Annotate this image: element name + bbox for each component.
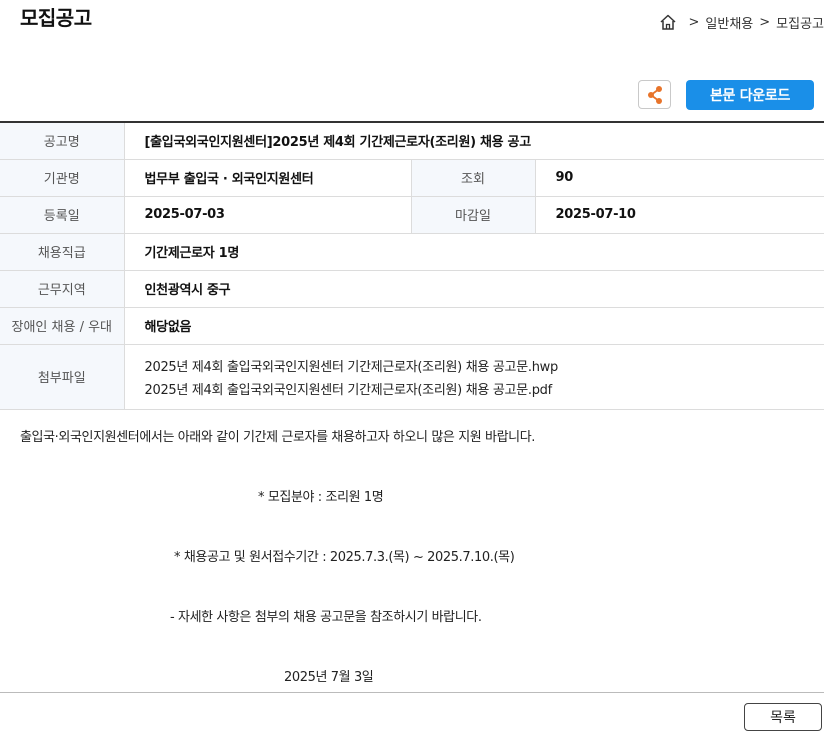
notice-body: 출입국·외국인지원센터에서는 아래와 같이 기간제 근로자를 채용하고자 하오니… [0,416,824,693]
position-value: 기간제근로자 1명 [124,233,824,271]
views-value: 90 [535,159,824,197]
body-intro: 출입국·외국인지원센터에서는 아래와 같이 기간제 근로자를 채용하고자 하오니… [20,430,536,445]
table-row: 등록일 2025-07-03 마감일 2025-07-10 [0,196,824,234]
list-button[interactable]: 목록 [744,703,822,731]
download-body-button[interactable]: 본문 다운로드 [686,80,814,110]
body-period: * 채용공고 및 원서접수기간 : 2025.7.3.(목) ~ 2025.7.… [174,550,515,565]
breadcrumb-separator: > [688,14,700,30]
table-row: 공고명 [출입국외국인지원센터]2025년 제4회 기간제근로자(조리원) 채용… [0,122,824,160]
org-label: 기관명 [0,159,125,197]
table-row: 근무지역 인천광역시 중구 [0,270,824,308]
title-value: [출입국외국인지원센터]2025년 제4회 기간제근로자(조리원) 채용 공고 [124,122,824,160]
reg-date-value: 2025-07-03 [124,196,411,234]
body-date: 2025년 7월 3일 [284,670,374,685]
reg-date-label: 등록일 [0,196,125,234]
table-row: 첨부파일 2025년 제4회 출입국외국인지원센터 기간제근로자(조리원) 채용… [0,344,824,410]
views-label: 조회 [410,159,536,197]
region-value: 인천광역시 중구 [124,270,824,308]
attachment-hwp-link[interactable]: 2025년 제4회 출입국외국인지원센터 기간제근로자(조리원) 채용 공고문.… [145,356,824,379]
table-row: 채용직급 기간제근로자 1명 [0,233,824,271]
region-label: 근무지역 [0,270,125,308]
breadcrumb-item-notice[interactable]: 모집공고 [776,13,824,32]
share-icon [647,85,662,104]
breadcrumb: > 일반채용 > 모집공고 [659,12,824,32]
position-label: 채용직급 [0,233,125,271]
notice-info-table: 공고명 [출입국외국인지원센터]2025년 제4회 기간제근로자(조리원) 채용… [0,121,824,410]
org-value: 법무부 출입국 · 외국인지원센터 [124,159,411,197]
body-field: * 모집분야 : 조리원 1명 [258,490,384,505]
home-icon[interactable] [659,13,677,31]
breadcrumb-item-recruit[interactable]: 일반채용 [705,13,753,32]
share-button[interactable] [638,80,671,109]
attachment-list: 2025년 제4회 출입국외국인지원센터 기간제근로자(조리원) 채용 공고문.… [124,344,824,410]
deadline-label: 마감일 [410,196,536,234]
body-note: - 자세한 사항은 첨부의 채용 공고문을 참조하시기 바랍니다. [170,610,482,625]
page-title: 모집공고 [20,6,92,30]
breadcrumb-separator: > [759,14,771,30]
disability-label: 장애인 채용 / 우대 [0,307,125,345]
table-row: 장애인 채용 / 우대 해당없음 [0,307,824,345]
disability-value: 해당없음 [124,307,824,345]
deadline-value: 2025-07-10 [535,196,824,234]
files-label: 첨부파일 [0,344,125,410]
attachment-pdf-link[interactable]: 2025년 제4회 출입국외국인지원센터 기간제근로자(조리원) 채용 공고문.… [145,379,824,402]
table-row: 기관명 법무부 출입국 · 외국인지원센터 조회 90 [0,159,824,197]
title-label: 공고명 [0,122,125,160]
